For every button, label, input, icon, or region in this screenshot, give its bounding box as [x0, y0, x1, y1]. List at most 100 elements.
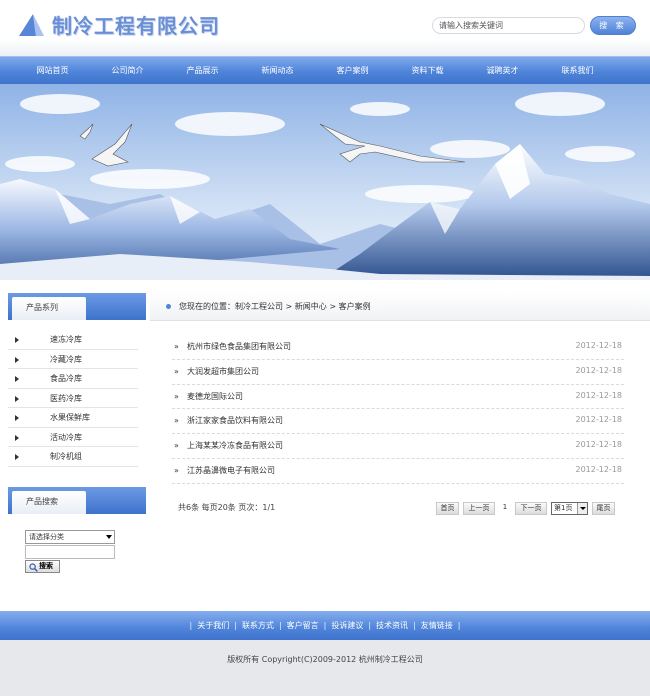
breadcrumb-text: 您现在的位置：制冷工程公司 > 新闻中心 > 客户案例 [179, 302, 371, 311]
categories-header: 产品系列 [8, 293, 146, 320]
prev-page-button[interactable]: 上一页 [463, 502, 495, 515]
double-chevron-icon: » [174, 342, 179, 351]
chevron-down-icon [577, 503, 587, 514]
category-label: 速冻冷库 [50, 335, 82, 344]
category-label: 制冷机组 [50, 452, 82, 461]
list-item-title[interactable]: 麦德龙国际公司 [187, 391, 243, 402]
list-item[interactable]: » 江苏晶濞微电子有限公司 2012-12-18 [172, 459, 624, 484]
pagination-info: 共6条 每页20条 页次：1/1 [178, 503, 276, 512]
page-select-value: 第1页 [554, 504, 573, 512]
product-search-label: 搜索 [39, 562, 53, 570]
separator: | [278, 621, 282, 630]
current-page: 1 [502, 503, 508, 511]
footer [0, 640, 650, 696]
list-item-title[interactable]: 杭州市绿色食品集团有限公司 [187, 341, 291, 352]
double-chevron-icon: » [174, 416, 179, 426]
category-list: 速冻冷库 冷藏冷库 食品冷库 医药冷库 水果保鲜库 活动冷库 制冷机组 [8, 330, 138, 467]
arrow-right-icon [15, 376, 19, 382]
separator: | [234, 621, 237, 630]
nav-item-contact[interactable]: 联系我们 [540, 57, 615, 84]
list-item[interactable]: » 杭州市绿色食品集团有限公司 2012-12-18 [172, 335, 624, 360]
list-item-title[interactable]: 大润发超市集团公司 [187, 366, 259, 377]
footer-link-about[interactable]: 关于我们 [197, 620, 229, 631]
search-input[interactable]: 请输入搜索关键词 [432, 17, 585, 34]
list-item-date: 2012-12-18 [575, 464, 623, 474]
category-label: 活动冷库 [50, 432, 82, 442]
category-select[interactable]: 请选择分类 [25, 530, 115, 544]
footer-link-complaints[interactable]: 投诉建议 [331, 620, 363, 631]
separator: | [323, 621, 327, 630]
arrow-right-icon [15, 434, 19, 441]
category-label: 冷藏冷库 [50, 354, 82, 364]
company-name: 制冷工程有限公司 [52, 14, 220, 38]
product-search-button[interactable]: 搜索 [25, 560, 60, 573]
arrow-right-icon [15, 454, 19, 460]
footer-link-guestbook[interactable]: 客户留言 [287, 620, 319, 631]
search-icon [29, 563, 38, 576]
nav-item-jobs[interactable]: 诚聘英才 [465, 57, 540, 84]
nav-item-products[interactable]: 产品展示 [165, 57, 240, 84]
category-item[interactable]: 速冻冷库 [8, 330, 138, 350]
page-select[interactable]: 第1页 [551, 502, 588, 515]
chevron-down-icon [103, 531, 114, 543]
category-item[interactable]: 水果保鲜库 [8, 408, 138, 428]
list-item-date: 2012-12-18 [575, 341, 623, 350]
nav-item-news[interactable]: 新闻动态 [240, 57, 315, 84]
header: 制冷工程有限公司 请输入搜索关键词 搜 索 [0, 0, 650, 56]
nav-item-cases[interactable]: 客户案例 [315, 57, 390, 84]
list-item-date: 2012-12-18 [575, 365, 623, 375]
footer-link-friends[interactable]: 友情链接 [421, 620, 453, 631]
last-page-button[interactable]: 尾页 [592, 502, 615, 515]
category-label: 水果保鲜库 [50, 413, 90, 422]
double-chevron-icon: » [174, 441, 179, 451]
list-item-title[interactable]: 浙江家家食品饮料有限公司 [187, 415, 283, 426]
list-item[interactable]: » 浙江家家食品饮料有限公司 2012-12-18 [172, 409, 624, 435]
logo-icon [16, 12, 46, 38]
banner-image [0, 84, 650, 280]
footer-links: | 关于我们 | 联系方式 | 客户留言 | 投诉建议 | 技术资讯 | 友情链… [0, 611, 650, 640]
list-item-title[interactable]: 江苏晶濞微电子有限公司 [187, 465, 275, 476]
site-logo[interactable]: 制冷工程有限公司 [16, 10, 220, 39]
search-button[interactable]: 搜 索 [590, 16, 636, 35]
copyright: 版权所有 Copyright(C)2009-2012 杭州制冷工程公司 [227, 655, 423, 664]
next-page-button[interactable]: 下一页 [515, 502, 547, 515]
first-page-button[interactable]: 首页 [436, 502, 459, 515]
product-search-title: 产品搜索 [12, 491, 86, 514]
product-search-header: 产品搜索 [8, 487, 146, 514]
double-chevron-icon: » [174, 391, 179, 401]
keyword-input[interactable] [25, 545, 115, 559]
separator: | [457, 621, 461, 630]
arrow-right-icon [15, 415, 19, 421]
list-item-date: 2012-12-18 [575, 440, 623, 450]
category-label: 医药冷库 [50, 393, 82, 403]
category-select-value: 请选择分类 [29, 533, 64, 541]
category-item[interactable]: 冷藏冷库 [8, 350, 138, 369]
footer-link-contact[interactable]: 联系方式 [242, 620, 274, 631]
list-item[interactable]: » 大润发超市集团公司 2012-12-18 [172, 360, 624, 385]
separator: | [368, 621, 372, 630]
category-item[interactable]: 活动冷库 [8, 428, 138, 447]
category-item[interactable]: 食品冷库 [8, 369, 138, 389]
bullet-icon [166, 304, 171, 309]
nav-item-downloads[interactable]: 资料下载 [390, 57, 465, 84]
arrow-right-icon [15, 395, 19, 402]
breadcrumb: 您现在的位置：制冷工程公司 > 新闻中心 > 客户案例 [150, 292, 650, 321]
news-list: » 杭州市绿色食品集团有限公司 2012-12-18 » 大润发超市集团公司 2012-… [172, 335, 624, 484]
category-item[interactable]: 制冷机组 [8, 447, 138, 467]
list-item[interactable]: » 麦德龙国际公司 2012-12-18 [172, 385, 624, 410]
separator: | [189, 621, 193, 630]
list-item[interactable]: » 上海某某冷冻食品有限公司 2012-12-18 [172, 434, 624, 459]
arrow-right-icon [15, 356, 19, 363]
categories-title: 产品系列 [12, 297, 86, 320]
nav-item-about[interactable]: 公司简介 [90, 57, 165, 84]
list-item-date: 2012-12-18 [575, 415, 623, 425]
list-item-title[interactable]: 上海某某冷冻食品有限公司 [187, 440, 283, 451]
nav-item-home[interactable]: 网站首页 [15, 57, 90, 84]
category-item[interactable]: 医药冷库 [8, 389, 138, 408]
category-label: 食品冷库 [50, 374, 82, 383]
footer-link-tech[interactable]: 技术资讯 [376, 620, 408, 631]
double-chevron-icon: » [174, 465, 179, 475]
main-nav: 网站首页 公司简介 产品展示 新闻动态 客户案例 资料下载 诚聘英才 联系我们 [0, 56, 650, 84]
list-item-date: 2012-12-18 [575, 390, 623, 400]
double-chevron-icon: » [174, 366, 179, 376]
